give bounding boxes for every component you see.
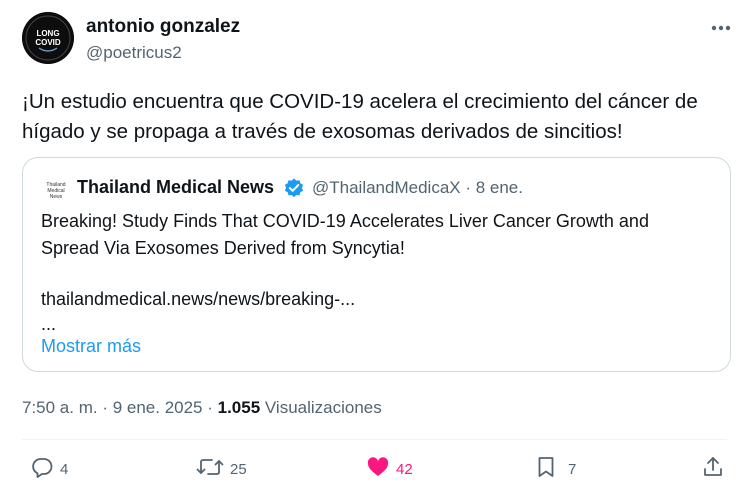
bookmark-icon: [534, 455, 558, 484]
bookmark-button[interactable]: 7: [534, 455, 576, 483]
repost-icon: [196, 455, 224, 484]
views-label: Visualizaciones: [260, 398, 382, 417]
verified-badge-icon: [283, 177, 305, 199]
quoted-author-name[interactable]: Thailand Medical News: [77, 177, 274, 198]
repost-button[interactable]: 25: [196, 455, 247, 483]
like-icon: [366, 455, 390, 484]
author-name[interactable]: antonio gonzalez: [86, 16, 240, 38]
quoted-link: thailandmedical.news/news/breaking-...: [41, 289, 356, 309]
reply-button[interactable]: 4: [30, 455, 68, 483]
avatar-text-line1: LONG: [36, 29, 59, 38]
quoted-text: Breaking! Study Finds That COVID-19 Acce…: [41, 211, 649, 258]
avatar-text-line2: COVID: [35, 38, 61, 47]
quoted-handle-date: @ThailandMedicaX · 8 ene.: [312, 178, 523, 197]
quoted-tweet[interactable]: Thailand Medical News Thailand Medical N…: [22, 157, 731, 372]
more-icon[interactable]: [707, 14, 735, 42]
repost-count: 25: [230, 460, 247, 478]
bookmark-count: 7: [568, 460, 577, 478]
views-count: 1.055: [217, 398, 261, 417]
reply-count: 4: [60, 460, 69, 478]
tweet-text: ¡Un estudio encuentra que COVID-19 acele…: [22, 90, 698, 143]
share-icon: [701, 455, 725, 484]
avatar[interactable]: LONG COVID: [22, 12, 74, 64]
like-button[interactable]: 42: [366, 455, 413, 483]
svg-text:News: News: [50, 194, 63, 200]
author-handle[interactable]: @poetricus2: [86, 43, 182, 63]
reply-icon: [30, 455, 54, 484]
show-more-link[interactable]: Mostrar más: [41, 336, 141, 357]
tweet-timestamp[interactable]: 7:50 a. m. · 9 ene. 2025 ·: [22, 398, 218, 417]
quoted-logo: Thailand Medical News: [43, 180, 69, 202]
tweet-meta: 7:50 a. m. · 9 ene. 2025 · 1.055 Visuali…: [22, 398, 382, 418]
share-button[interactable]: [701, 455, 725, 483]
quoted-ellipsis: ...: [41, 314, 57, 334]
divider: [22, 439, 727, 440]
like-count: 42: [396, 460, 413, 478]
